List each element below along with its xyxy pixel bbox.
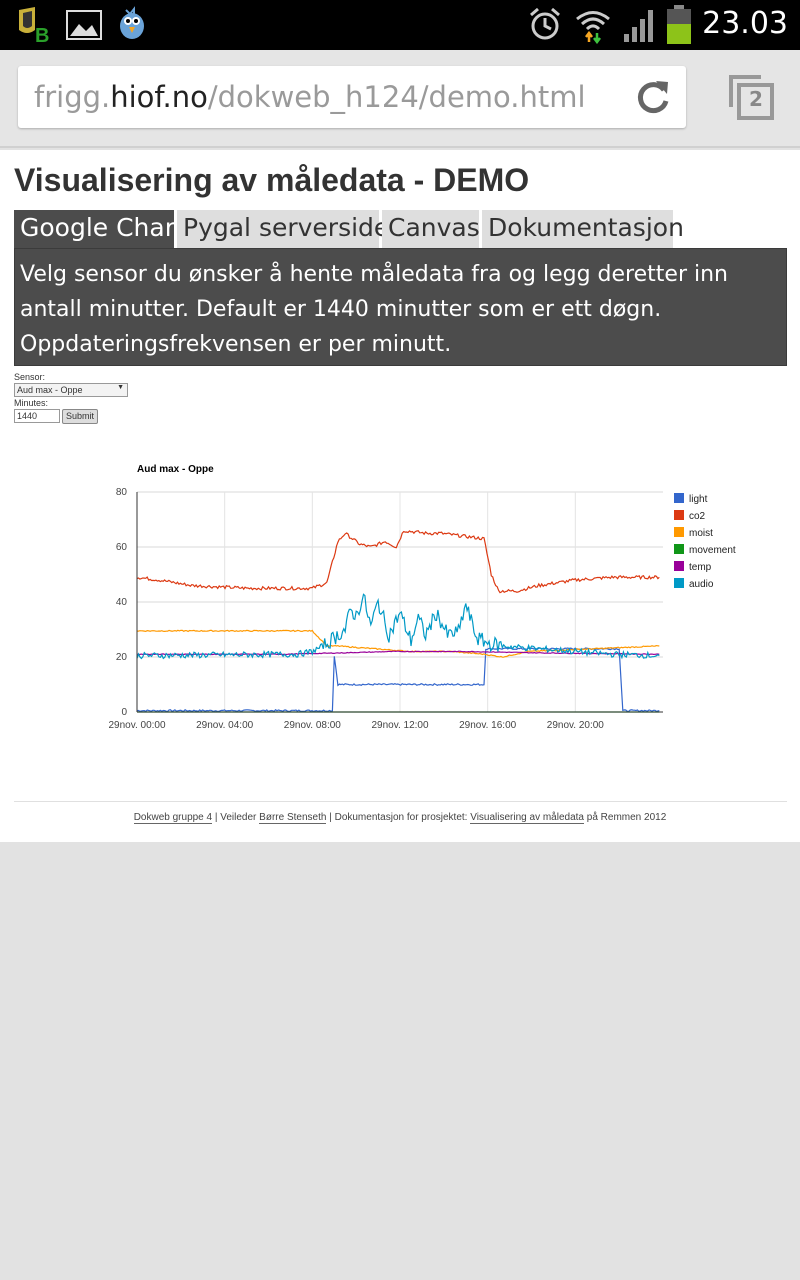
tab-google-chart[interactable]: Google Chart (14, 210, 185, 248)
legend-label-temp: temp (689, 562, 712, 573)
reload-icon[interactable] (634, 78, 672, 116)
sensor-select-value: Aud max - Oppe (17, 385, 83, 395)
legend-label-movement: movement (689, 545, 736, 556)
description-line: Oppdateringsfrekvensen er per minutt. (20, 332, 452, 357)
x-tick-label: 29nov. 04:00 (196, 720, 254, 731)
legend-label-co2: co2 (689, 511, 706, 522)
app-badge-icon: B (19, 7, 49, 44)
footer-text: | Veileder (212, 812, 260, 823)
web-page: Visualisering av måledata - DEMO Google … (0, 150, 800, 842)
y-tick-label: 40 (116, 597, 128, 608)
y-tick-label: 0 (121, 707, 127, 718)
footer-link-project[interactable]: Visualisering av måledata (470, 812, 584, 824)
clock: 23.03 (702, 6, 788, 41)
sensor-select[interactable]: Aud max - Oppe ▼ (14, 383, 128, 397)
battery-icon (667, 5, 691, 44)
legend-swatch-moist (674, 527, 684, 537)
y-tick-label: 60 (116, 542, 128, 553)
url-text[interactable]: frigg.hiof.no/dokweb_h124/demo.html (34, 80, 586, 114)
bird-app-icon (120, 6, 144, 39)
url-host: hiof.no (110, 80, 208, 114)
legend-label-light: light (689, 494, 708, 505)
legend-swatch-temp (674, 561, 684, 571)
wifi-icon (576, 11, 610, 44)
footer-link-supervisor[interactable]: Børre Stenseth (259, 812, 327, 824)
page-title: Visualisering av måledata - DEMO (14, 162, 530, 198)
legend-label-moist: moist (689, 528, 713, 539)
description-panel: Velg sensor du ønsker å hente måledata f… (14, 248, 787, 366)
description-line: antall minutter. Default er 1440 minutte… (20, 297, 662, 322)
minutes-label: Minutes: (14, 398, 49, 408)
line-chart: Aud max - Oppe 0 20 40 60 80 29nov. 00:00 29no… (108, 464, 736, 731)
signal-icon (624, 10, 653, 42)
legend-swatch-light (674, 493, 684, 503)
address-bar[interactable]: frigg.hiof.no/dokweb_h124/demo.html (18, 66, 686, 128)
alarm-icon (530, 7, 560, 40)
legend-swatch-audio (674, 578, 684, 588)
series-line-co2 (136, 530, 660, 594)
legend-swatch-co2 (674, 510, 684, 520)
status-bar: B 23.03 (0, 0, 800, 50)
footer-text: | Dokumentasjon for prosjektet: (326, 812, 471, 823)
tabs-switcher-button[interactable]: 2 (728, 74, 776, 122)
description-line: Velg sensor du ønsker å hente måledata f… (20, 262, 728, 287)
x-tick-label: 29nov. 00:00 (108, 720, 166, 731)
browser-toolbar: frigg.hiof.no/dokweb_h124/demo.html 2 (0, 50, 800, 148)
y-tick-label: 80 (116, 487, 128, 498)
tab-count: 2 (749, 87, 763, 111)
sensor-label: Sensor: (14, 372, 46, 382)
x-tick-label: 29nov. 12:00 (371, 720, 429, 731)
legend-swatch-movement (674, 544, 684, 554)
footer-link-group[interactable]: Dokweb gruppe 4 (133, 812, 213, 824)
y-tick-label: 20 (116, 652, 128, 663)
x-tick-label: 29nov. 20:00 (547, 720, 605, 731)
series-line-light (136, 647, 660, 713)
minutes-input[interactable]: 1440 (14, 409, 60, 423)
footer-divider (14, 801, 787, 802)
url-path: /dokweb_h124/demo.html (207, 80, 586, 114)
legend-label-audio: audio (689, 579, 714, 590)
series-line-audio (136, 593, 660, 660)
tab-dokumentasjon[interactable]: Dokumentasjon (482, 210, 684, 248)
chart-title: Aud max - Oppe (137, 464, 214, 475)
url-prefix: frigg. (34, 80, 111, 114)
submit-button[interactable]: Submit (62, 409, 98, 424)
x-tick-label: 29nov. 08:00 (284, 720, 342, 731)
image-icon (66, 10, 102, 40)
tab-pygal-serverside[interactable]: Pygal serverside (177, 210, 389, 248)
svg-text:B: B (35, 25, 49, 44)
x-tick-label: 29nov. 16:00 (459, 720, 517, 731)
footer: Dokweb gruppe 4 | Veileder Børre Stenset… (0, 812, 800, 824)
tab-canvas[interactable]: Canvas (382, 210, 480, 248)
dropdown-arrow-icon: ▼ (117, 384, 124, 391)
footer-text: på Remmen 2012 (584, 812, 667, 823)
sensor-form: Sensor: Aud max - Oppe ▼ Minutes: 1440 S… (14, 372, 128, 424)
